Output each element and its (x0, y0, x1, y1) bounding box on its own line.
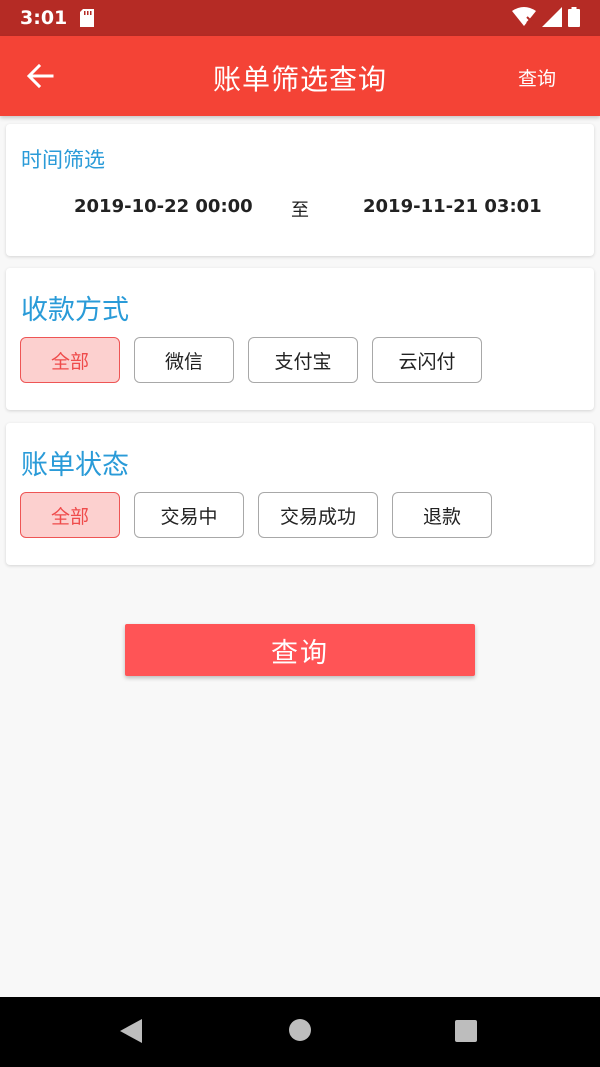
sd-card-icon (80, 9, 94, 27)
status-option-in-progress[interactable]: 交易中 (134, 492, 244, 538)
status-option-success[interactable]: 交易成功 (258, 492, 378, 538)
system-nav-bar (0, 997, 600, 1067)
signal-icon (542, 7, 562, 27)
start-date-picker[interactable]: 2019-10-22 00:00 (74, 196, 253, 217)
bill-status-card: 账单状态 全部 交易中 交易成功 退款 (6, 423, 594, 565)
status-icons (512, 7, 580, 27)
nav-recent-icon[interactable] (455, 1020, 477, 1042)
time-filter-card: 时间筛选 2019-10-22 00:00 至 2019-11-21 03:01 (6, 124, 594, 256)
status-bar: 3:01 (0, 0, 600, 36)
page-title: 账单筛选查询 (212, 63, 387, 96)
submit-query-button[interactable]: 查询 (125, 624, 475, 676)
status-time: 3:01 (20, 7, 68, 29)
nav-back-icon[interactable] (118, 1017, 144, 1045)
time-filter-label: 时间筛选 (21, 148, 105, 172)
payment-method-title: 收款方式 (21, 295, 129, 326)
query-action-button[interactable]: 查询 (518, 64, 556, 91)
bill-status-title: 账单状态 (21, 450, 129, 481)
payment-option-wechat[interactable]: 微信 (134, 337, 234, 383)
app-bar: 账单筛选查询 查询 (0, 36, 600, 116)
payment-method-options: 全部 微信 支付宝 云闪付 (20, 337, 482, 383)
battery-icon (568, 7, 580, 27)
nav-home-icon[interactable] (288, 1018, 312, 1042)
bill-status-options: 全部 交易中 交易成功 退款 (20, 492, 492, 538)
payment-method-card: 收款方式 全部 微信 支付宝 云闪付 (6, 268, 594, 410)
end-date-picker[interactable]: 2019-11-21 03:01 (363, 196, 542, 217)
payment-option-alipay[interactable]: 支付宝 (248, 337, 358, 383)
date-separator: 至 (291, 200, 309, 221)
status-option-refund[interactable]: 退款 (392, 492, 492, 538)
wifi-icon (512, 7, 536, 26)
payment-option-unionpay[interactable]: 云闪付 (372, 337, 482, 383)
status-option-all[interactable]: 全部 (20, 492, 120, 538)
payment-option-all[interactable]: 全部 (20, 337, 120, 383)
